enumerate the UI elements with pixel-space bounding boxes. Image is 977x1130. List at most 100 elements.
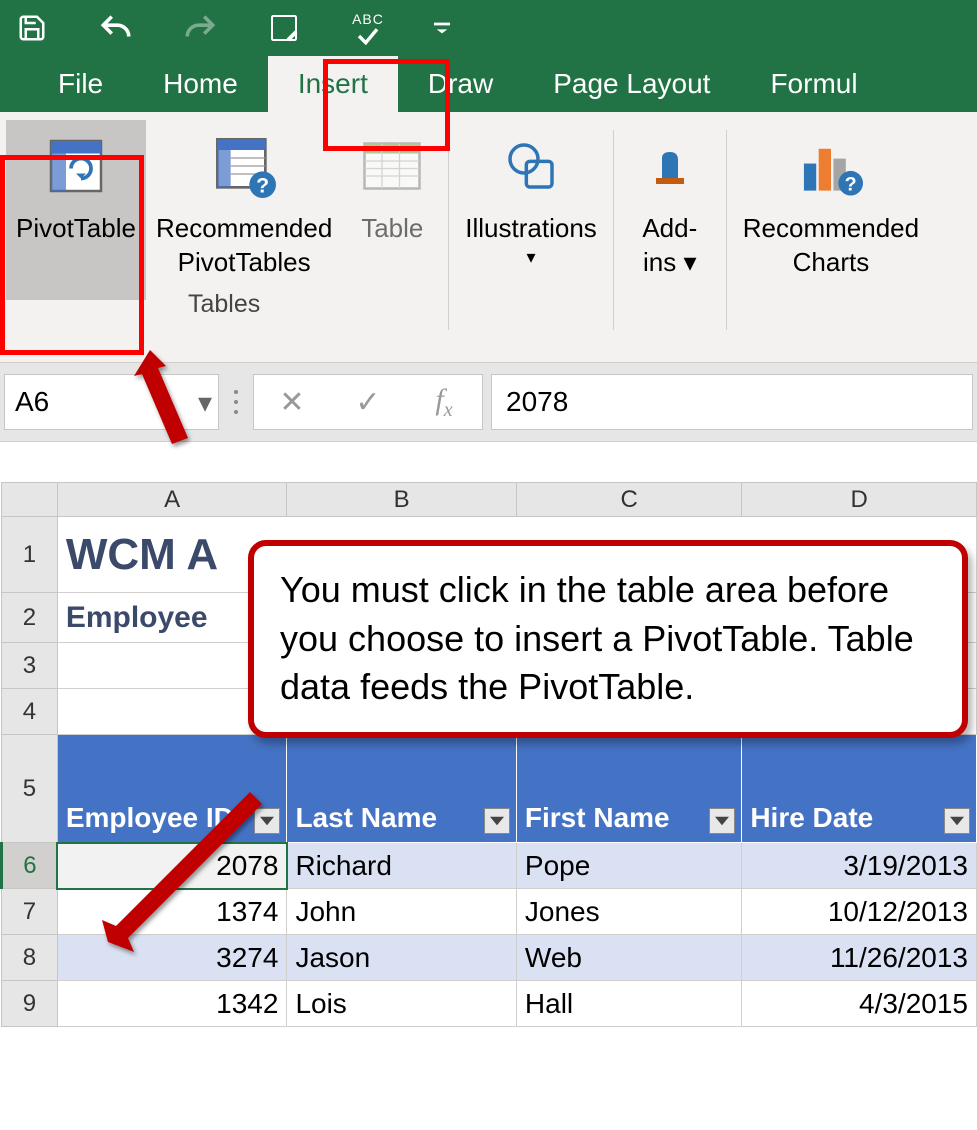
row-header-8[interactable]: 8 (2, 935, 58, 981)
cell-b9[interactable]: Lois (287, 981, 516, 1027)
ribbon-tabs: File Home Insert Draw Page Layout Formul (0, 56, 977, 112)
cell-a9[interactable]: 1342 (57, 981, 287, 1027)
col-header-c[interactable]: C (516, 483, 741, 517)
cell-d8[interactable]: 11/26/2013 (742, 935, 977, 981)
enter-icon[interactable]: ✓ (343, 385, 393, 420)
addins-button[interactable]: Add- ins ▾ (620, 120, 720, 300)
cell-d6[interactable]: 3/19/2013 (742, 843, 977, 889)
cell-c8[interactable]: Web (516, 935, 741, 981)
select-all-cell[interactable] (2, 483, 58, 517)
group-charts: ? Recommended Charts (727, 120, 935, 362)
recpivot-label2: PivotTables (178, 246, 311, 280)
pivottable-label: PivotTable (16, 212, 136, 246)
fx-icon[interactable]: fx (419, 383, 469, 422)
col-header-a[interactable]: A (57, 483, 287, 517)
group-label-tables: Tables (188, 290, 260, 319)
ribbon-body: PivotTable ? Recommended PivotTables Tab… (0, 112, 977, 362)
col-header-b[interactable]: B (287, 483, 516, 517)
name-box-dropdown-icon[interactable]: ▾ (198, 386, 212, 419)
reccharts-label1: Recommended (743, 212, 919, 246)
recommended-pivottables-icon: ? (204, 126, 284, 206)
cell-d7[interactable]: 10/12/2013 (742, 889, 977, 935)
instruction-callout: You must click in the table area before … (248, 540, 968, 738)
svg-text:?: ? (256, 174, 269, 198)
th-hire-date[interactable]: Hire Date (742, 735, 977, 843)
filter-icon[interactable] (484, 808, 510, 834)
recommended-pivottables-button[interactable]: ? Recommended PivotTables (146, 120, 342, 300)
formula-input[interactable]: 2078 (491, 374, 973, 430)
cell-d9[interactable]: 4/3/2015 (742, 981, 977, 1027)
filter-icon[interactable] (944, 808, 970, 834)
name-box-value: A6 (15, 386, 49, 418)
recpivot-label1: Recommended (156, 212, 332, 246)
touch-mode-icon[interactable] (262, 6, 306, 50)
row-header-5[interactable]: 5 (2, 735, 58, 843)
th-first-name[interactable]: First Name (516, 735, 741, 843)
filter-icon[interactable] (709, 808, 735, 834)
addins-label2: ins ▾ (643, 246, 697, 280)
row-header-4[interactable]: 4 (2, 689, 58, 735)
customize-qat-icon[interactable] (430, 6, 454, 50)
table-icon (352, 126, 432, 206)
group-addins: Add- ins ▾ (614, 120, 726, 362)
cell-b7[interactable]: John (287, 889, 516, 935)
illustrations-icon (491, 126, 571, 206)
recommended-charts-icon: ? (791, 126, 871, 206)
col-header-d[interactable]: D (742, 483, 977, 517)
th-label: Last Name (295, 802, 437, 833)
cell-a6[interactable]: 2078 (57, 843, 287, 889)
filter-icon[interactable] (254, 808, 280, 834)
addins-icon (630, 126, 710, 206)
cell-a8[interactable]: 3274 (57, 935, 287, 981)
cell-c6[interactable]: Pope (516, 843, 741, 889)
formula-bar-grip[interactable] (227, 390, 245, 414)
pivottable-button[interactable]: PivotTable (6, 120, 146, 300)
name-box[interactable]: A6 ▾ (4, 374, 219, 430)
subtitle-text: Employee (66, 601, 208, 634)
tab-insert[interactable]: Insert (268, 56, 398, 112)
th-employee-id[interactable]: Employee ID (57, 735, 287, 843)
row-header-1[interactable]: 1 (2, 517, 58, 593)
title-text: WCM A (66, 530, 218, 579)
th-label: First Name (525, 802, 670, 833)
th-last-name[interactable]: Last Name (287, 735, 516, 843)
quick-access-toolbar: ABC (0, 0, 977, 56)
callout-text: You must click in the table area before … (280, 569, 914, 707)
svg-text:?: ? (845, 174, 857, 196)
row-header-2[interactable]: 2 (2, 593, 58, 643)
cell-b6[interactable]: Richard (287, 843, 516, 889)
illustrations-button[interactable]: Illustrations ▾ (455, 120, 607, 300)
row-header-3[interactable]: 3 (2, 643, 58, 689)
undo-icon[interactable] (94, 6, 138, 50)
th-label: Hire Date (750, 802, 873, 833)
cell-c7[interactable]: Jones (516, 889, 741, 935)
illus-label: Illustrations (465, 212, 597, 246)
spellcheck-icon[interactable]: ABC (346, 6, 390, 50)
cancel-icon[interactable]: ✕ (267, 385, 317, 420)
group-illustrations: Illustrations ▾ (449, 120, 613, 362)
row-header-9[interactable]: 9 (2, 981, 58, 1027)
addins-label1: Add- (642, 212, 697, 246)
reccharts-label2: Charts (793, 246, 870, 280)
tab-file[interactable]: File (28, 56, 133, 112)
tab-draw[interactable]: Draw (398, 56, 523, 112)
row-header-7[interactable]: 7 (2, 889, 58, 935)
redo-icon[interactable] (178, 6, 222, 50)
formula-value: 2078 (506, 386, 568, 418)
illus-dd: ▾ (527, 246, 536, 269)
row-header-6[interactable]: 6 (2, 843, 58, 889)
tab-formulas[interactable]: Formul (740, 56, 887, 112)
formula-bar: A6 ▾ ✕ ✓ fx 2078 (0, 362, 977, 442)
th-label: Employee ID (66, 802, 234, 833)
formula-bar-buttons: ✕ ✓ fx (253, 374, 483, 430)
save-icon[interactable] (10, 6, 54, 50)
table-label: Table (361, 212, 423, 246)
tab-home[interactable]: Home (133, 56, 268, 112)
cell-b8[interactable]: Jason (287, 935, 516, 981)
table-button[interactable]: Table (342, 120, 442, 300)
cell-c9[interactable]: Hall (516, 981, 741, 1027)
pivottable-icon (36, 126, 116, 206)
cell-a7[interactable]: 1374 (57, 889, 287, 935)
recommended-charts-button[interactable]: ? Recommended Charts (733, 120, 929, 300)
tab-page-layout[interactable]: Page Layout (523, 56, 740, 112)
